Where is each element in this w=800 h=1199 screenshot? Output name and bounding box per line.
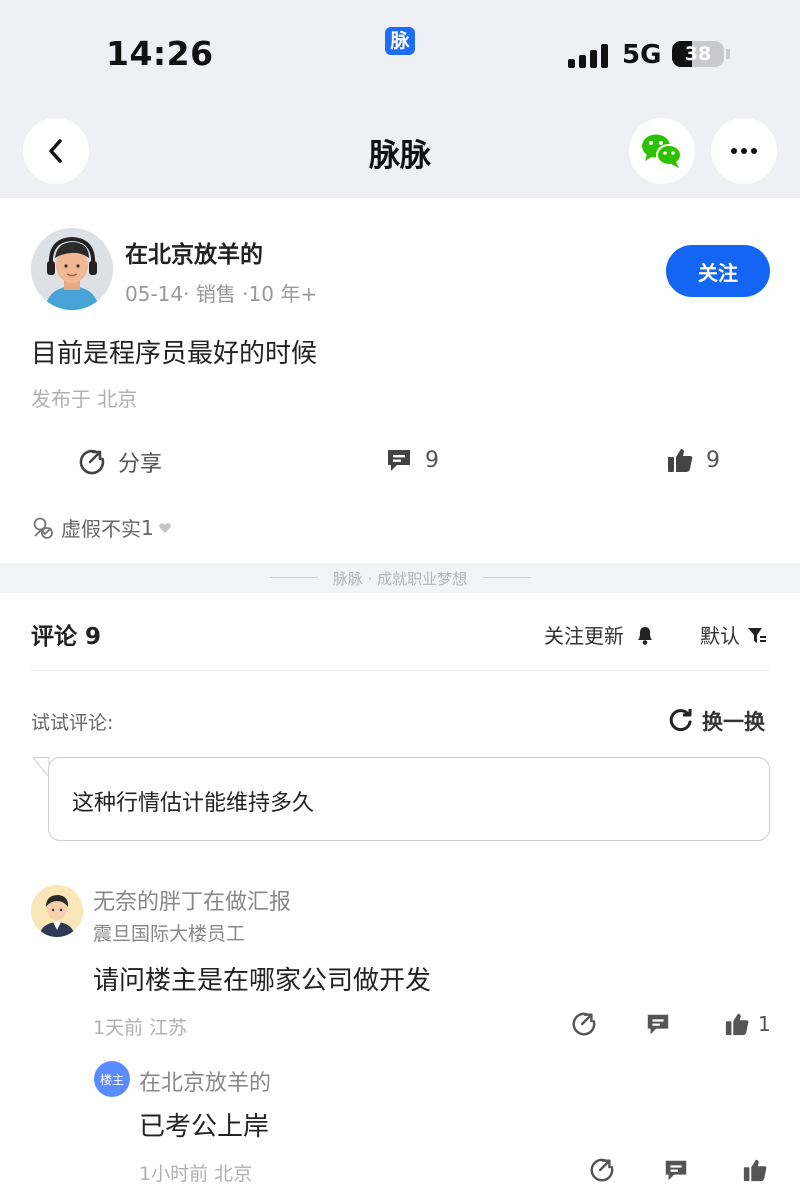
post-location: 发布于 北京: [31, 387, 138, 411]
more-icon: [731, 148, 757, 154]
share-icon: [572, 1012, 596, 1036]
avatar-image: [31, 228, 113, 310]
commenter-avatar[interactable]: [31, 885, 83, 937]
comment-action[interactable]: 9: [385, 446, 439, 474]
comment-meta: 1天前 江苏: [93, 1017, 188, 1039]
like-action[interactable]: 9: [666, 446, 720, 474]
comment-count: 9: [425, 447, 439, 473]
bell-icon: [638, 626, 652, 645]
fake-report-tag[interactable]: 虚假不实 1: [31, 513, 172, 542]
commenter-name[interactable]: 无奈的胖丁在做汇报: [93, 884, 291, 916]
share-icon: [590, 1158, 614, 1182]
status-time: 14:26: [106, 34, 214, 73]
thumbs-up-icon: [668, 449, 693, 472]
heart-icon: [158, 522, 171, 533]
slogan-band: 脉脉 · 成就职业梦想: [0, 563, 800, 593]
author-avatar[interactable]: [31, 228, 113, 310]
reply-author-name[interactable]: 在北京放羊的: [139, 1065, 271, 1097]
share-label: 分享: [118, 452, 163, 477]
like-count: 9: [706, 447, 720, 473]
thumbs-up-icon: [743, 1159, 767, 1182]
slogan-line-right: [483, 577, 531, 578]
op-badge: 楼主: [94, 1061, 130, 1097]
post-text: 目前是程序员最好的时候: [31, 339, 318, 369]
comment-icon: [665, 1160, 687, 1181]
author-name[interactable]: 在北京放羊的: [125, 235, 263, 269]
follow-button[interactable]: 关注: [666, 245, 770, 297]
avatar-image: [31, 885, 83, 937]
follow-updates-label: 关注更新: [544, 624, 624, 648]
slogan-text: 脉脉 · 成就职业梦想: [332, 570, 468, 588]
comments-title: 评论 9: [31, 624, 102, 650]
thumbs-up-icon: [725, 1013, 749, 1036]
comment-like-count: 1: [758, 1012, 771, 1036]
battery-tip: [726, 49, 730, 59]
reply-like-button[interactable]: [742, 1157, 768, 1183]
battery-level: 38: [684, 43, 712, 65]
reaction-icon: [33, 517, 53, 539]
network-type: 5G: [622, 40, 662, 70]
comment-icon: [388, 450, 410, 471]
sort-button[interactable]: 默认: [700, 620, 768, 649]
refresh-icon: [669, 709, 692, 732]
sort-label: 默认: [700, 624, 740, 648]
try-comment-label: 试试评论:: [31, 712, 114, 734]
divider: [31, 670, 769, 671]
app-badge-icon: 脉: [385, 27, 415, 55]
filter-icon: [748, 627, 766, 643]
reply-comment-button[interactable]: [663, 1157, 689, 1183]
refresh-label: 换一换: [702, 710, 765, 734]
comment-text: 请问楼主是在哪家公司做开发: [93, 966, 432, 996]
suggested-comment-text[interactable]: 这种行情估计能维持多久: [72, 785, 314, 817]
wechat-share-button[interactable]: [629, 118, 695, 184]
reply-share-button[interactable]: [589, 1157, 615, 1183]
reply-meta: 1小时前 北京: [139, 1163, 253, 1185]
share-action[interactable]: 分享: [78, 446, 162, 478]
top-bar: 14:26 脉 5G 38 脉脉: [0, 0, 800, 198]
battery-icon: 38: [672, 41, 724, 67]
comment-share-button[interactable]: [571, 1011, 597, 1037]
fake-count: 1: [141, 515, 154, 540]
comment-icon: [647, 1014, 669, 1035]
author-meta: 05-14· 销售 ·10 年+: [125, 282, 318, 306]
signal-icon: [568, 42, 610, 68]
fake-label: 虚假不实: [61, 517, 141, 541]
comment-reply-button[interactable]: [645, 1011, 671, 1037]
refresh-button[interactable]: 换一换: [668, 706, 765, 736]
reply-text: 已考公上岸: [139, 1112, 270, 1142]
more-button[interactable]: [711, 118, 777, 184]
comment-like-button[interactable]: 1: [724, 1011, 771, 1037]
share-icon: [79, 449, 105, 475]
commenter-title: 震旦国际大楼员工: [93, 923, 246, 945]
wechat-icon: [642, 134, 682, 168]
follow-updates-button[interactable]: 关注更新: [544, 620, 656, 649]
